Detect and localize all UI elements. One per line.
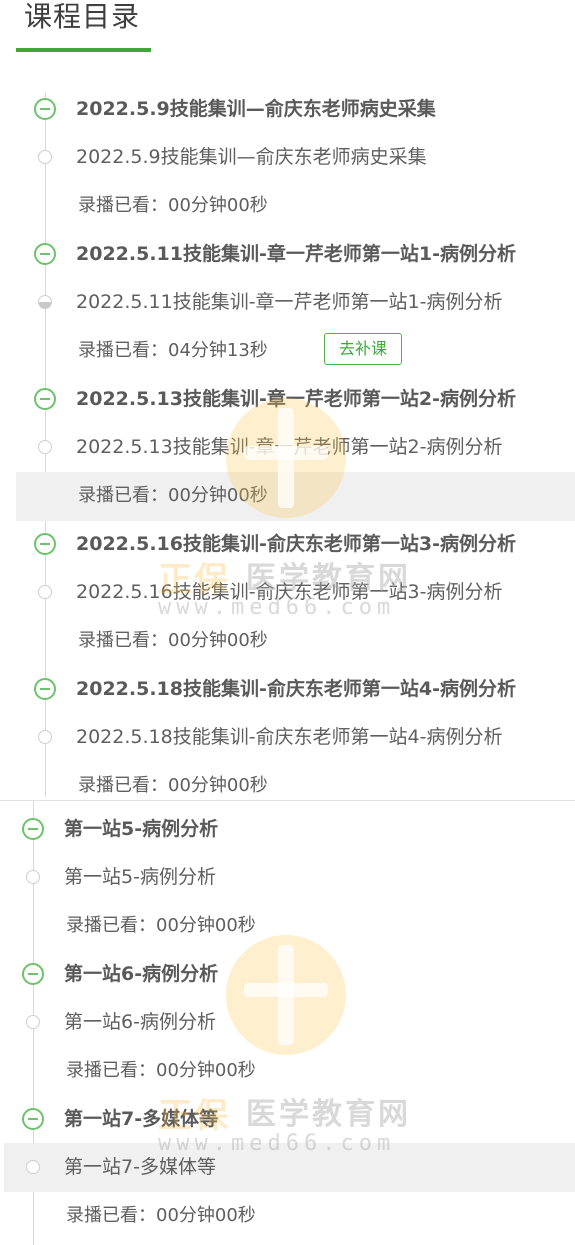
watched-time: 录播已看：00分钟00秒: [78, 630, 268, 651]
watched-time: 录播已看：00分钟00秒: [78, 485, 268, 506]
lesson-title[interactable]: 2022.5.13技能集训-章一芹老师第一站2-病例分析: [76, 435, 503, 459]
lesson-row[interactable]: 2022.5.13技能集训-章一芹老师第一站2-病例分析: [0, 423, 575, 472]
chapter-title: 2022.5.16技能集训-俞庆东老师第一站3-病例分析: [76, 533, 516, 555]
collapse-minus-circle-icon[interactable]: [22, 963, 44, 985]
lesson-progress-row: 录播已看：00分钟00秒: [16, 472, 575, 521]
lesson-row[interactable]: 2022.5.11技能集训-章一芹老师第一站1-病例分析: [0, 278, 575, 327]
collapse-minus-circle-icon[interactable]: [34, 678, 56, 700]
catalog-section-1: 2022.5.9技能集训—俞庆东老师病史采集 2022.5.9技能集训—俞庆东老…: [0, 80, 575, 800]
progress-circle-icon: [38, 730, 52, 744]
watched-time: 录播已看：00分钟00秒: [78, 775, 268, 796]
progress-circle-icon: [26, 1160, 40, 1174]
lesson-row[interactable]: 第一站6-病例分析: [0, 998, 575, 1047]
lesson-row[interactable]: 第一站7-多媒体等: [4, 1143, 575, 1192]
catalog-section-2: 第一站5-病例分析 第一站5-病例分析 录播已看：00分钟00秒 第一站6-病例…: [0, 800, 575, 1245]
chapter-title: 2022.5.11技能集训-章一芹老师第一站1-病例分析: [76, 243, 516, 265]
half-progress-circle-icon: [38, 295, 52, 309]
lesson-progress-row: 录播已看：00分钟00秒: [0, 1192, 575, 1241]
chapter-row[interactable]: 2022.5.13技能集训-章一芹老师第一站2-病例分析: [0, 375, 575, 424]
chapter-row[interactable]: 第一站5-病例分析: [0, 805, 575, 854]
chapter-row[interactable]: 2022.5.16技能集训-俞庆东老师第一站3-病例分析: [0, 520, 575, 569]
lesson-progress-row: 录播已看：00分钟00秒: [0, 182, 575, 231]
chapter-title: 第一站5-病例分析: [64, 818, 219, 840]
watched-time: 录播已看：00分钟00秒: [66, 1205, 256, 1226]
lesson-progress-row: 录播已看：04分钟13秒 去补课: [0, 327, 575, 376]
watched-time: 录播已看：00分钟00秒: [66, 1060, 256, 1081]
chapter-title: 第一站7-多媒体等: [64, 1108, 219, 1130]
lesson-progress-row: 录播已看：00分钟00秒: [0, 902, 575, 951]
progress-circle-icon: [38, 440, 52, 454]
makeup-class-button[interactable]: 去补课: [324, 333, 402, 365]
watched-time: 录播已看：00分钟00秒: [66, 915, 256, 936]
chapter-row[interactable]: 2022.5.9技能集训—俞庆东老师病史采集: [0, 85, 575, 134]
page-title: 课程目录: [24, 0, 141, 33]
chapter-row[interactable]: 2022.5.11技能集训-章一芹老师第一站1-病例分析: [0, 230, 575, 279]
chapter-title: 第一站6-病例分析: [64, 963, 219, 985]
progress-circle-icon: [38, 585, 52, 599]
lesson-title[interactable]: 第一站6-病例分析: [64, 1010, 216, 1034]
chapter-row[interactable]: 2022.5.18技能集训-俞庆东老师第一站4-病例分析: [0, 665, 575, 714]
collapse-minus-circle-icon[interactable]: [22, 818, 44, 840]
chapter-title: 2022.5.13技能集训-章一芹老师第一站2-病例分析: [76, 388, 516, 410]
lesson-row[interactable]: 2022.5.16技能集训-俞庆东老师第一站3-病例分析: [0, 568, 575, 617]
collapse-minus-circle-icon[interactable]: [34, 533, 56, 555]
chapter-title: 2022.5.9技能集训—俞庆东老师病史采集: [76, 98, 436, 120]
collapse-minus-circle-icon[interactable]: [22, 1108, 44, 1130]
lesson-row[interactable]: 第一站5-病例分析: [0, 853, 575, 902]
lesson-progress-row: 录播已看：00分钟00秒: [0, 617, 575, 666]
collapse-minus-circle-icon[interactable]: [34, 243, 56, 265]
lesson-title[interactable]: 2022.5.11技能集训-章一芹老师第一站1-病例分析: [76, 290, 503, 314]
progress-circle-icon: [38, 150, 52, 164]
collapse-minus-circle-icon[interactable]: [34, 98, 56, 120]
watched-time: 录播已看：00分钟00秒: [78, 195, 268, 216]
watched-time: 录播已看：04分钟13秒: [78, 340, 268, 361]
lesson-title[interactable]: 2022.5.9技能集训—俞庆东老师病史采集: [76, 145, 427, 169]
chapter-title: 2022.5.18技能集训-俞庆东老师第一站4-病例分析: [76, 678, 516, 700]
lesson-title[interactable]: 第一站5-病例分析: [64, 865, 216, 889]
title-underline: [16, 48, 151, 52]
lesson-title[interactable]: 第一站7-多媒体等: [64, 1155, 216, 1179]
chapter-row[interactable]: 第一站6-病例分析: [0, 950, 575, 999]
lesson-row[interactable]: 2022.5.9技能集训—俞庆东老师病史采集: [0, 133, 575, 182]
lesson-progress-row: 录播已看：00分钟00秒: [0, 762, 575, 800]
progress-circle-icon: [26, 870, 40, 884]
chapter-row[interactable]: 第一站7-多媒体等: [0, 1095, 575, 1144]
collapse-minus-circle-icon[interactable]: [34, 388, 56, 410]
progress-circle-icon: [26, 1015, 40, 1029]
lesson-title[interactable]: 2022.5.18技能集训-俞庆东老师第一站4-病例分析: [76, 725, 503, 749]
lesson-row[interactable]: 2022.5.18技能集训-俞庆东老师第一站4-病例分析: [0, 713, 575, 762]
lesson-title[interactable]: 2022.5.16技能集训-俞庆东老师第一站3-病例分析: [76, 580, 503, 604]
lesson-progress-row: 录播已看：00分钟00秒: [0, 1047, 575, 1096]
